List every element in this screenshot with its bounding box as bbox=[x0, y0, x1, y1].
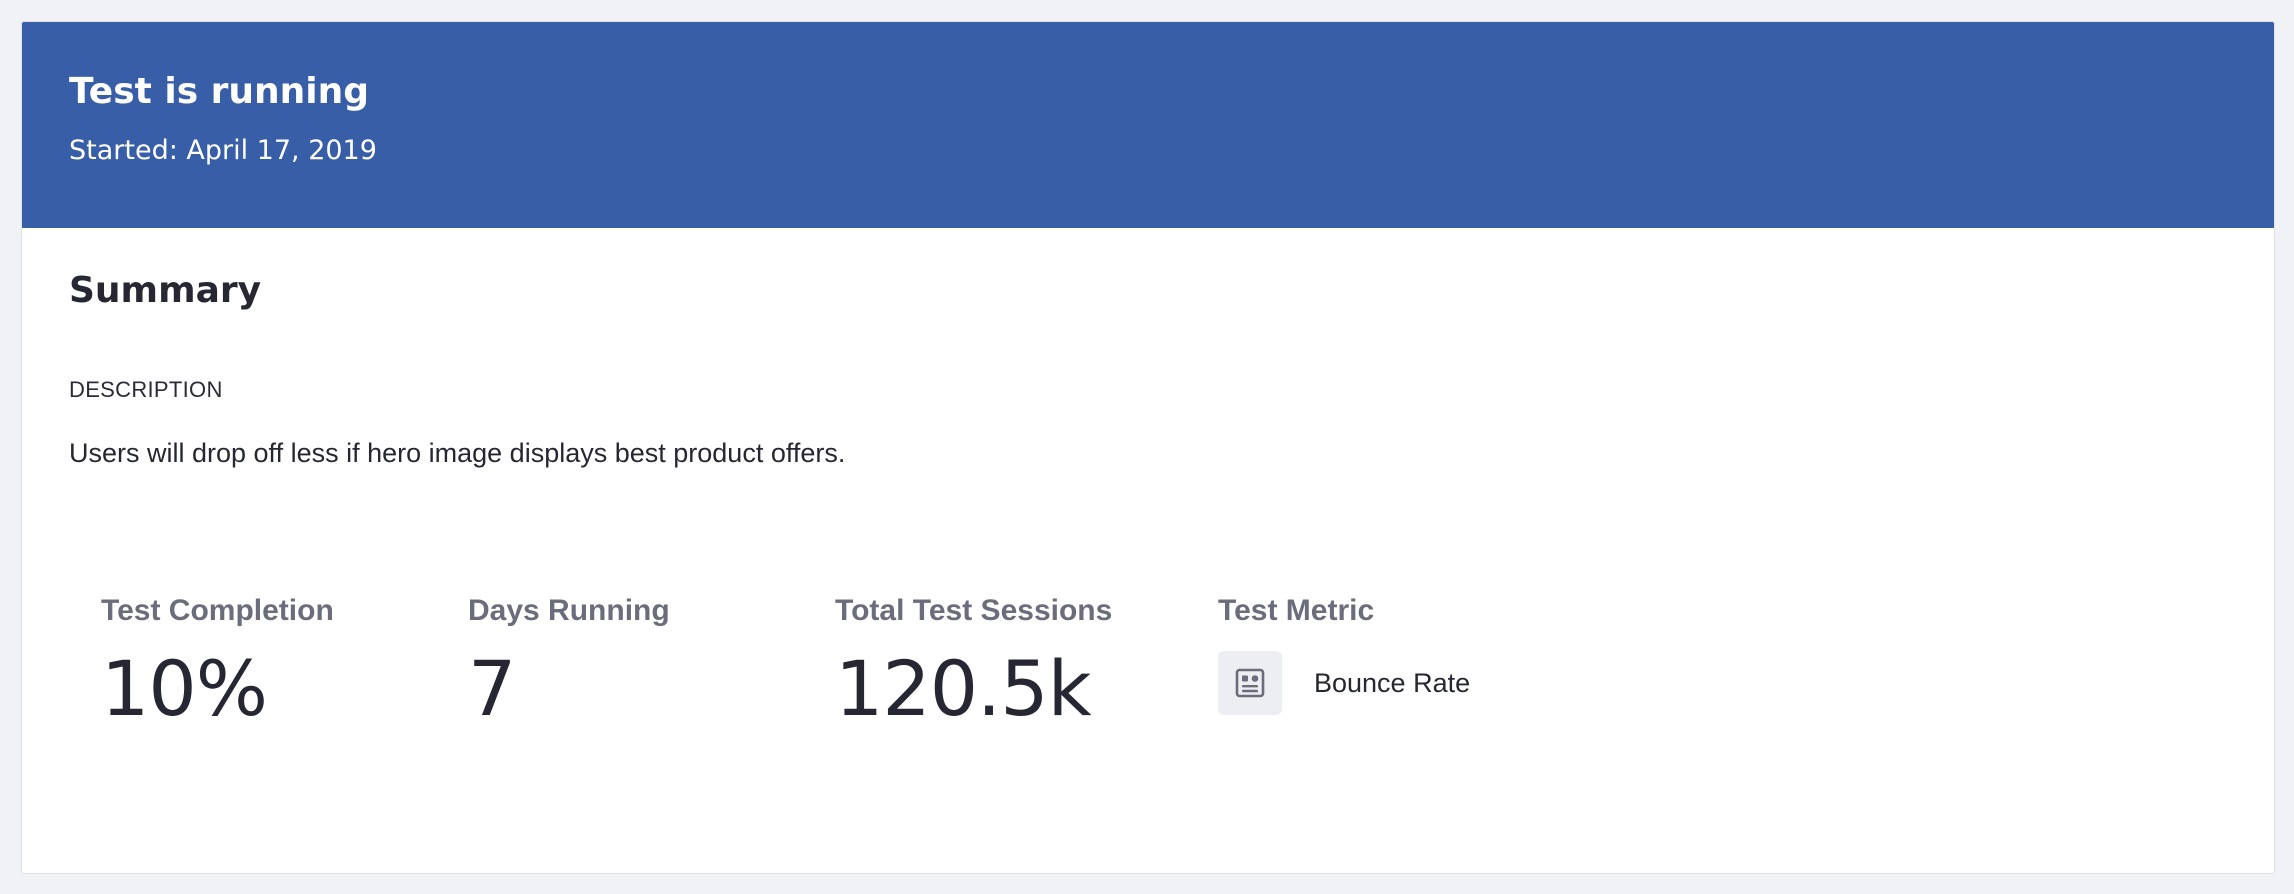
stat-days-running: Days Running 7 bbox=[468, 596, 670, 727]
test-status-card: Test is running Started: April 17, 2019 … bbox=[21, 21, 2275, 874]
description-text: Users will drop off less if hero image d… bbox=[69, 438, 846, 468]
metric-name: Bounce Rate bbox=[1314, 667, 1471, 698]
stat-label: Test Metric bbox=[1218, 594, 1375, 627]
stat-value: 10% bbox=[101, 644, 268, 733]
summary-heading: Summary bbox=[69, 270, 262, 311]
stat-value: 7 bbox=[468, 644, 516, 733]
stat-label: Test Completion bbox=[101, 594, 334, 627]
metric-row: Bounce Rate bbox=[1218, 651, 1470, 715]
stat-value: 120.5k bbox=[835, 644, 1092, 733]
description-label: DESCRIPTION bbox=[69, 377, 223, 402]
status-title: Test is running bbox=[69, 71, 370, 112]
stat-label: Days Running bbox=[468, 594, 670, 627]
stat-test-completion: Test Completion 10% bbox=[101, 596, 334, 727]
start-date: Started: April 17, 2019 bbox=[69, 135, 377, 166]
stat-label: Total Test Sessions bbox=[835, 594, 1113, 627]
stat-test-metric: Test Metric Bounce Rate bbox=[1218, 596, 1470, 715]
article-icon bbox=[1218, 651, 1282, 715]
stat-total-sessions: Total Test Sessions 120.5k bbox=[835, 596, 1112, 727]
status-banner: Test is running Started: April 17, 2019 bbox=[22, 22, 2274, 228]
